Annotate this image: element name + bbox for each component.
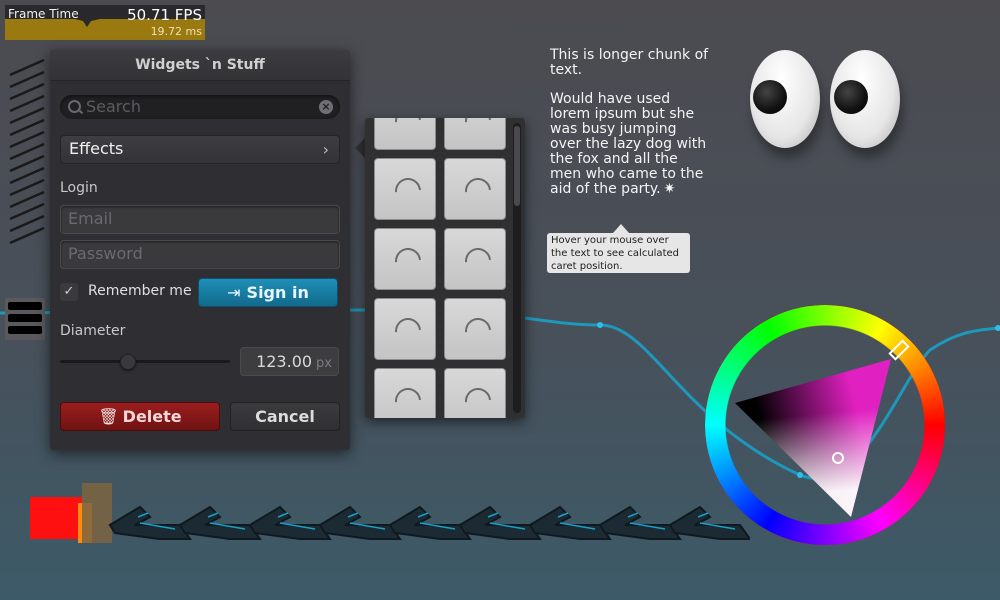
graph-point bbox=[597, 322, 603, 328]
right-eye bbox=[830, 50, 900, 148]
loading-spinner-icon bbox=[389, 118, 427, 140]
email-field[interactable]: Email bbox=[60, 205, 340, 234]
image-thumbnail[interactable] bbox=[374, 368, 436, 418]
clear-icon[interactable]: × bbox=[319, 100, 333, 114]
graph-point bbox=[995, 325, 1000, 331]
caret-tooltip: Hover your mouse over the text to see ca… bbox=[547, 233, 690, 273]
diameter-number-field[interactable]: 123.00 px bbox=[240, 347, 339, 376]
loading-spinner-icon bbox=[459, 242, 497, 280]
cancel-button[interactable]: Cancel bbox=[230, 402, 340, 431]
paragraph-2: Would have used lorem ipsum but she was … bbox=[550, 92, 710, 197]
image-thumbnail[interactable] bbox=[444, 228, 506, 290]
image-thumbnail[interactable] bbox=[444, 298, 506, 360]
widgets-window[interactable]: Widgets `n Stuff Search × Effects › Logi… bbox=[50, 50, 350, 450]
diameter-slider-track[interactable] bbox=[60, 360, 230, 363]
diameter-unit: px bbox=[316, 356, 332, 371]
password-placeholder: Password bbox=[68, 244, 143, 263]
login-icon: ⇥ bbox=[227, 283, 241, 302]
diameter-slider-knob[interactable] bbox=[120, 354, 136, 370]
trash-icon: 🗑 bbox=[98, 407, 119, 426]
search-box[interactable]: Search × bbox=[60, 95, 340, 119]
loading-spinner-icon bbox=[459, 172, 497, 210]
check-icon: ✓ bbox=[63, 284, 75, 299]
loading-spinner-icon bbox=[389, 312, 427, 350]
left-eye bbox=[750, 50, 820, 148]
tooltip-arrow bbox=[613, 224, 629, 233]
graph-node-stack[interactable] bbox=[5, 298, 45, 340]
ms-value: 19.72 ms bbox=[150, 25, 202, 38]
image-thumbnail[interactable] bbox=[374, 228, 436, 290]
popup-arrow bbox=[355, 138, 365, 158]
remember-checkbox[interactable]: ✓ bbox=[60, 283, 78, 301]
image-thumbnail[interactable] bbox=[444, 158, 506, 220]
diameter-label: Diameter bbox=[60, 323, 126, 339]
diameter-value: 123.00 bbox=[256, 352, 313, 371]
right-pupil bbox=[834, 80, 868, 114]
search-icon bbox=[68, 100, 81, 113]
image-thumbnail[interactable] bbox=[374, 158, 436, 220]
red-square bbox=[30, 497, 82, 539]
hue-selector-handle bbox=[888, 339, 910, 361]
sign-in-label: Sign in bbox=[246, 283, 309, 302]
left-pupil bbox=[753, 80, 787, 114]
loading-spinner-icon bbox=[459, 382, 497, 418]
login-label: Login bbox=[60, 180, 98, 196]
image-thumbnail[interactable] bbox=[444, 118, 506, 150]
delete-button[interactable]: 🗑 Delete bbox=[60, 402, 220, 431]
sign-in-button[interactable]: ⇥ Sign in bbox=[198, 278, 338, 307]
text-paragraph[interactable]: This is longer chunk of text. Would have… bbox=[550, 48, 710, 211]
fps-value: 50.71 FPS bbox=[127, 6, 202, 24]
loading-spinner-icon bbox=[459, 118, 497, 140]
frame-time-graph: Frame Time 50.71 FPS 19.72 ms bbox=[5, 5, 205, 40]
popup-scrollbar-thumb[interactable] bbox=[514, 126, 520, 206]
shape-chain bbox=[108, 505, 750, 540]
loading-spinner-icon bbox=[389, 382, 427, 418]
chevron-right-icon: › bbox=[322, 140, 329, 159]
search-placeholder: Search bbox=[86, 97, 141, 116]
sparkle-icon: ✷ bbox=[663, 181, 676, 197]
remember-label: Remember me bbox=[88, 283, 192, 299]
image-popup[interactable] bbox=[365, 118, 525, 418]
frame-time-label: Frame Time bbox=[8, 7, 79, 21]
image-thumbnail[interactable] bbox=[444, 368, 506, 418]
effects-dropdown[interactable]: Effects › bbox=[60, 135, 340, 164]
paragraph-1: This is longer chunk of text. bbox=[550, 47, 709, 78]
loading-spinner-icon bbox=[459, 312, 497, 350]
email-placeholder: Email bbox=[68, 209, 113, 228]
delete-label: Delete bbox=[122, 407, 182, 426]
password-field[interactable]: Password bbox=[60, 240, 340, 269]
loading-spinner-icon bbox=[389, 172, 427, 210]
image-thumbnail[interactable] bbox=[374, 298, 436, 360]
cancel-label: Cancel bbox=[255, 407, 315, 426]
loading-spinner-icon bbox=[389, 242, 427, 280]
paragraph-2-text: Would have used lorem ipsum but she was … bbox=[550, 91, 707, 197]
image-thumbnail[interactable] bbox=[374, 118, 436, 150]
line-spinner bbox=[9, 58, 45, 245]
window-title[interactable]: Widgets `n Stuff bbox=[50, 50, 350, 81]
dropdown-label: Effects bbox=[69, 139, 124, 158]
